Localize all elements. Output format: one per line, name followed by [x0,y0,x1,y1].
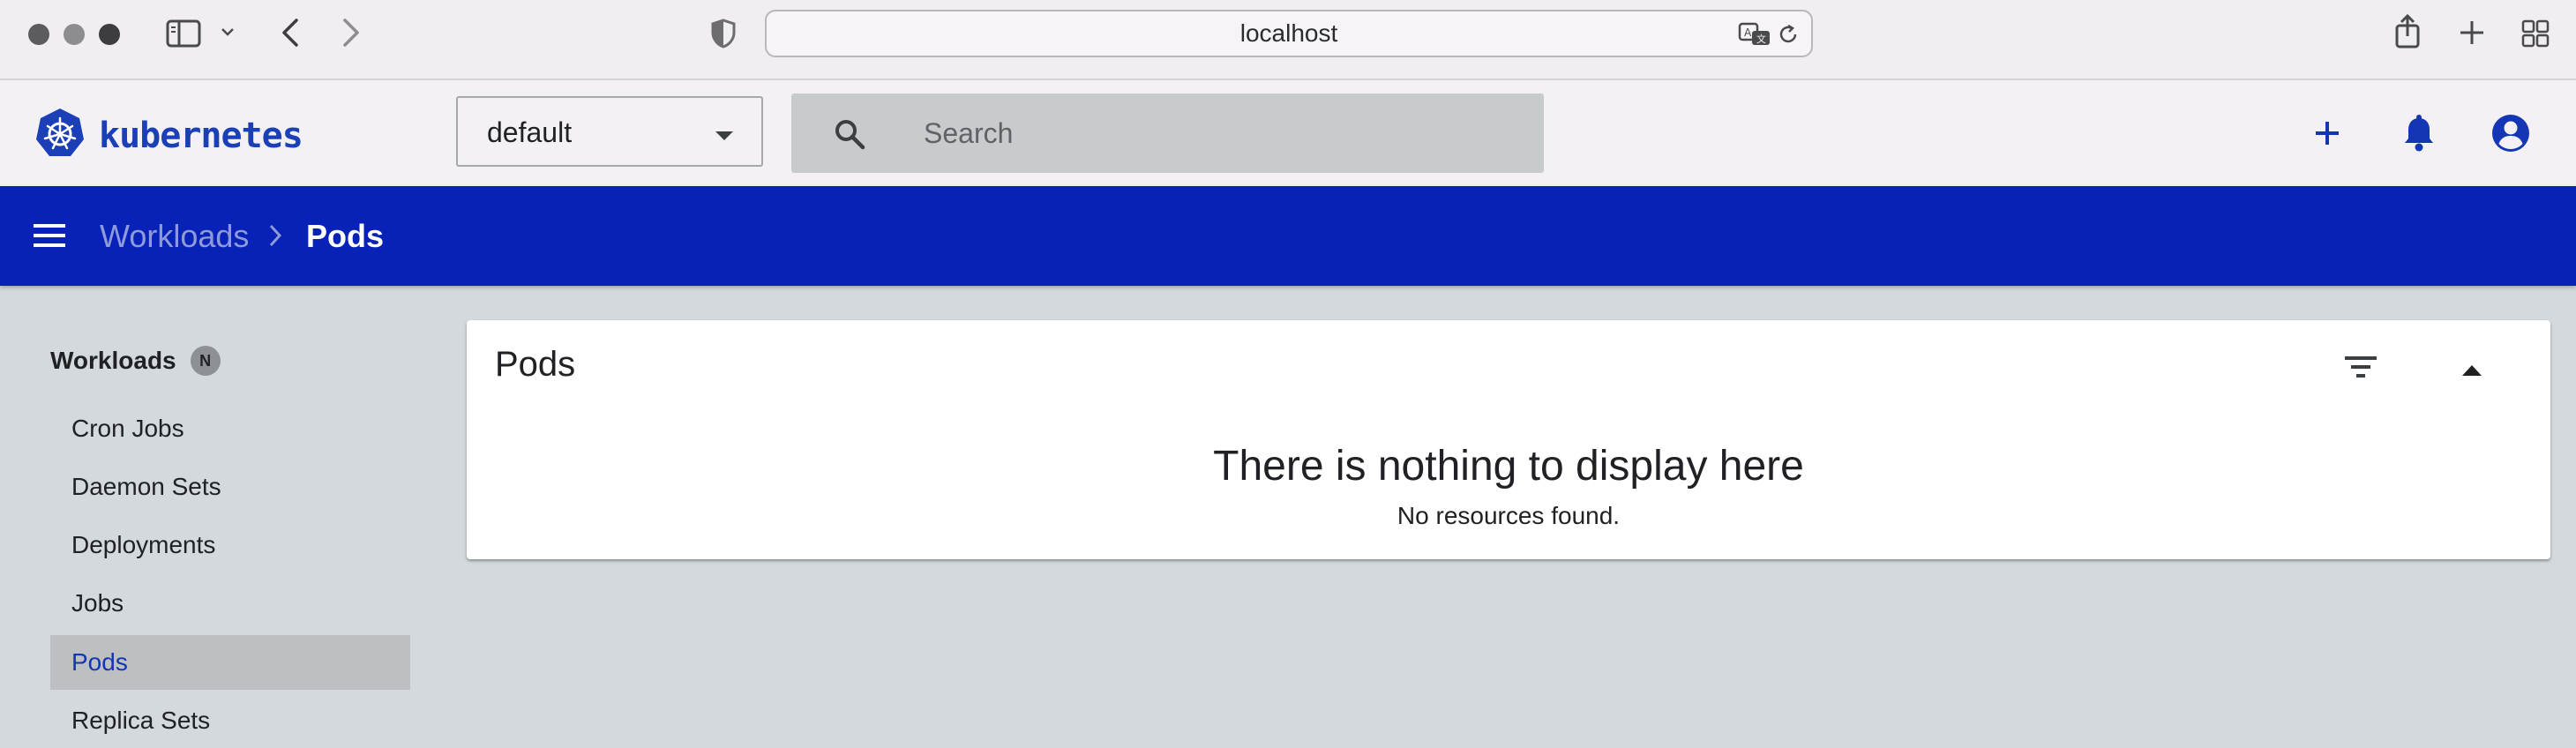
namespace-value: default [487,116,573,148]
new-tab-icon[interactable] [2459,19,2485,46]
card-title: Pods [495,345,576,384]
chevron-right-icon [268,223,282,252]
sidebar-toggle-icon[interactable] [166,19,201,48]
sidebar-item-cron-jobs[interactable]: Cron Jobs [50,401,410,456]
plus-icon [2316,122,2339,145]
close-window-button[interactable] [28,24,49,45]
namespaced-badge: N [190,346,221,376]
minimize-window-button[interactable] [64,24,85,45]
breadcrumb-current: Pods [306,218,385,254]
address-bar[interactable]: localhost A文 [765,10,1813,57]
create-resource-button[interactable] [2306,112,2348,154]
sidebar-item-jobs[interactable]: Jobs [50,576,410,631]
nav-toolbar: Workloads Pods [0,186,2576,286]
sidebar-item-deployments[interactable]: Deployments [50,518,410,572]
collapse-arrow-icon[interactable] [2462,364,2482,380]
svg-text:文: 文 [1756,33,1766,45]
sidebar: Workloads N Cron Jobs Daemon Sets Deploy… [0,286,432,743]
dropdown-caret-icon [715,129,733,145]
hamburger-menu-icon[interactable] [32,221,67,254]
url-text: localhost [1239,19,1338,47]
search-icon[interactable] [834,118,865,154]
tab-overview-icon[interactable] [2521,19,2550,48]
share-icon[interactable] [2394,13,2421,49]
account-button[interactable] [2490,112,2532,154]
reload-icon[interactable] [1777,23,1800,46]
chevron-down-icon[interactable] [221,26,235,37]
empty-state-subtitle: No resources found. [1397,502,1621,529]
brand-logo[interactable]: kubernetes [34,107,303,164]
svg-text:A: A [1744,26,1752,39]
pods-card: Pods There is nothing to display here No… [467,320,2550,559]
search-bar[interactable] [791,94,1544,173]
sidebar-item-daemon-sets[interactable]: Daemon Sets [50,460,410,514]
browser-chrome: localhost A文 [0,0,2576,80]
sidebar-group-label: Workloads [50,347,176,374]
namespace-select[interactable]: default [456,96,763,167]
search-input[interactable] [924,94,1524,173]
bell-icon [2405,115,2433,152]
account-circle-icon [2492,115,2529,152]
notifications-button[interactable] [2398,112,2440,154]
back-icon[interactable] [281,18,300,48]
breadcrumb-workloads[interactable]: Workloads [100,186,249,286]
translate-icon[interactable]: A文 [1738,22,1771,47]
shield-icon[interactable] [711,19,736,49]
forward-icon[interactable] [341,18,361,48]
sidebar-group-workloads[interactable]: Workloads N [50,346,221,376]
brand-wordmark: kubernetes [99,115,303,156]
sidebar-item-pods[interactable]: Pods [50,635,410,690]
filter-icon[interactable] [2343,354,2378,385]
kubernetes-logo-icon [34,107,86,164]
sidebar-item-replica-sets[interactable]: Replica Sets [50,693,410,748]
maximize-window-button[interactable] [99,24,120,45]
app-header: kubernetes default [0,80,2576,186]
empty-state-title: There is nothing to display here [1213,443,1804,490]
